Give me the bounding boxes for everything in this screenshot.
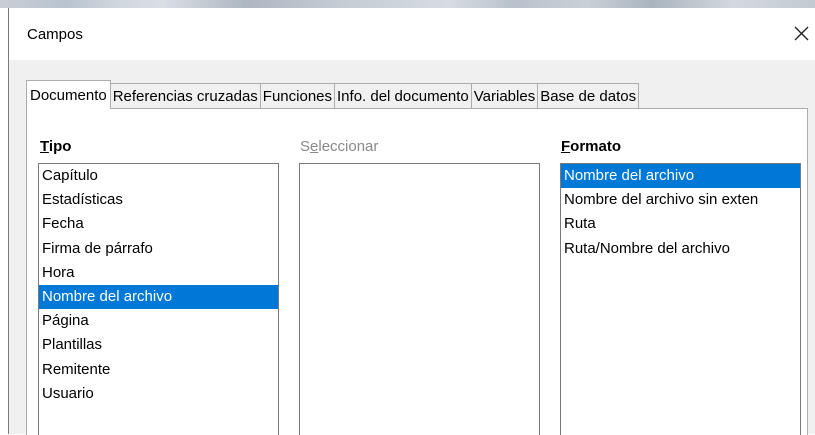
tipo-list-item[interactable]: Usuario bbox=[39, 382, 278, 406]
close-icon bbox=[794, 26, 809, 41]
tipo-list-item[interactable]: Remitente bbox=[39, 358, 278, 382]
formato-list-item[interactable]: Nombre del archivo bbox=[561, 164, 800, 189]
tab-funciones[interactable]: Funciones bbox=[259, 83, 336, 109]
tab-base-de-datos[interactable]: Base de datos bbox=[537, 83, 640, 109]
seleccionar-listbox[interactable] bbox=[299, 163, 540, 435]
tipo-label: Tipo bbox=[40, 138, 72, 155]
tab-bar: Documento Referencias cruzadas Funciones… bbox=[26, 80, 640, 109]
formato-list-item[interactable]: Ruta bbox=[561, 212, 800, 236]
tipo-list-item[interactable]: Fecha bbox=[39, 212, 278, 236]
seleccionar-label: Seleccionar bbox=[300, 138, 379, 155]
dialog-title: Campos bbox=[27, 26, 83, 43]
title-bar: Campos bbox=[9, 8, 815, 60]
campos-dialog: Campos Documento Referencias cruzadas Fu… bbox=[8, 8, 815, 435]
tipo-list-item[interactable]: Nombre del archivo bbox=[39, 284, 278, 310]
tab-documento[interactable]: Documento bbox=[26, 80, 111, 109]
tab-variables[interactable]: Variables bbox=[470, 83, 539, 109]
formato-label: Formato bbox=[561, 138, 622, 155]
formato-listbox[interactable]: Nombre del archivo Nombre del archivo sin… bbox=[560, 163, 801, 435]
background-window-strip bbox=[0, 0, 815, 8]
tipo-list-item[interactable]: Estadísticas bbox=[39, 188, 278, 212]
tipo-listbox[interactable]: Capítulo Estadísticas Fecha Firma de párraf… bbox=[38, 163, 279, 435]
formato-list-item[interactable]: Ruta/Nombre del archivo bbox=[561, 237, 800, 261]
tipo-list-item[interactable]: Firma de párrafo bbox=[39, 237, 278, 261]
close-button[interactable] bbox=[786, 16, 815, 50]
tipo-list-item[interactable]: Plantillas bbox=[39, 333, 278, 357]
tab-referencias-cruzadas[interactable]: Referencias cruzadas bbox=[109, 83, 261, 109]
formato-list-item[interactable]: Nombre del archivo sin exten bbox=[561, 188, 800, 212]
tipo-list-item[interactable]: Página bbox=[39, 309, 278, 333]
tipo-list-item[interactable]: Capítulo bbox=[39, 164, 278, 188]
tab-info-documento[interactable]: Info. del documento bbox=[334, 83, 472, 109]
tipo-list-item[interactable]: Hora bbox=[39, 261, 278, 285]
